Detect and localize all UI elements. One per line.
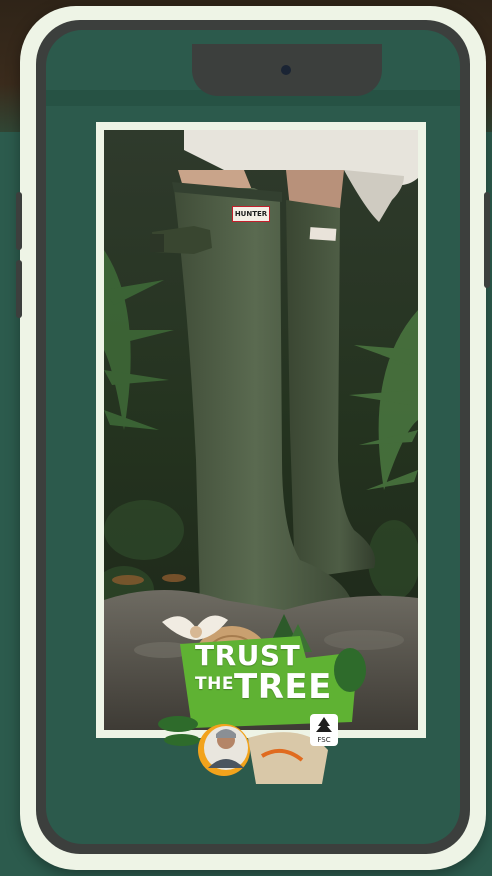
- badge-line-the: THE: [195, 674, 234, 694]
- badge-line-tree: TREE: [234, 667, 332, 707]
- camera-dot-icon: [281, 65, 291, 75]
- boot-brand-label: HUNTER: [232, 206, 270, 222]
- trust-the-tree-badge[interactable]: TRUST THE TREE FSC: [152, 600, 372, 790]
- phone-side-button: [16, 260, 22, 318]
- fsc-logo: FSC: [310, 714, 338, 746]
- phone-power-button: [484, 192, 490, 288]
- badge-line-trust: TRUST: [195, 639, 301, 672]
- fsc-label: FSC: [317, 736, 331, 744]
- person-portrait-icon: [204, 726, 248, 770]
- phone-side-button: [16, 192, 22, 250]
- fsc-tree-icon: [316, 717, 332, 732]
- phone-notch: [192, 44, 382, 96]
